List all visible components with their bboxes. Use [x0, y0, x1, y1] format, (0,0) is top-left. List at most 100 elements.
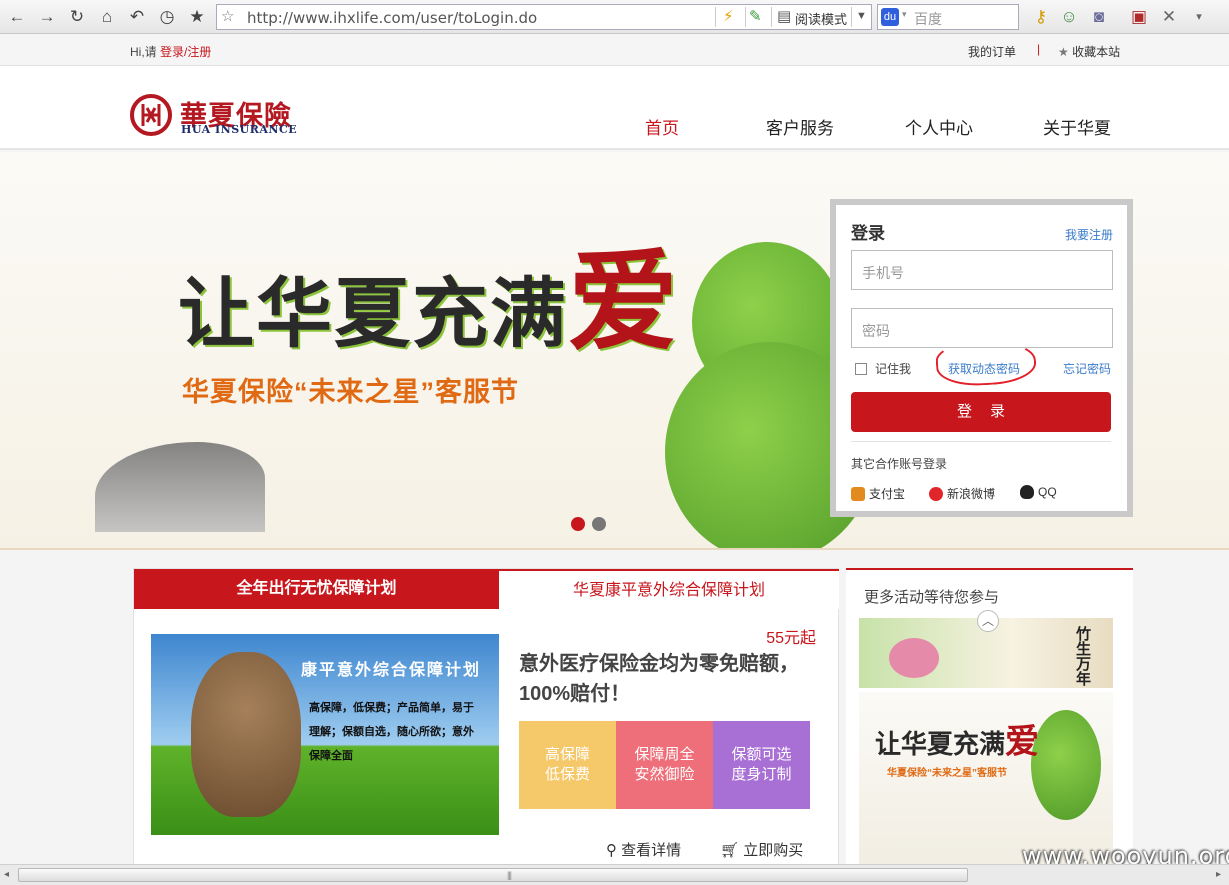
scrollbar-thumb[interactable]: ||| [18, 868, 968, 882]
settings-icon[interactable]: ✕ [1158, 6, 1180, 28]
address-bar[interactable]: ☆ http://www.ihxlife.com/user/toLogin.do… [216, 4, 872, 30]
greeting-text: Hi,请 [130, 45, 161, 59]
feature-card: 保额可选 度身订制 [713, 721, 810, 809]
tab-accident-plan[interactable]: 华夏康平意外综合保障计划 [499, 569, 839, 609]
teddy-bear-illustration [191, 652, 301, 817]
promo-title: 让华夏充满爱 [875, 714, 1039, 763]
nav-about[interactable]: 关于华夏 [1043, 114, 1111, 139]
bookmark-label: 收藏本站 [1072, 45, 1121, 59]
remember-label: 记住我 [875, 362, 912, 376]
bookmark-star-icon[interactable]: ☆ [221, 7, 234, 25]
weibo-login[interactable]: 新浪微博 [929, 485, 995, 502]
qq-login[interactable]: QQ [1020, 485, 1057, 499]
baidu-icon[interactable]: du [881, 8, 899, 26]
browser-toolbar: ← → ↻ ⌂ ↶ ◷ ★ ☆ http://www.ihxlife.com/u… [0, 0, 1229, 34]
feature-line: 保额可选 [731, 746, 792, 763]
alipay-label: 支付宝 [869, 487, 906, 501]
dynamic-password-link[interactable]: 获取动态密码 [948, 360, 1020, 377]
register-link[interactable]: 我要注册 [1065, 226, 1113, 243]
alipay-login[interactable]: 支付宝 [851, 485, 905, 502]
login-link[interactable]: 登录 [160, 45, 184, 59]
divider [851, 7, 852, 27]
gourd-illustration [1031, 710, 1101, 820]
horizontal-scrollbar[interactable]: ◂ ||| ▸ [0, 864, 1229, 885]
my-orders-link[interactable]: 我的订单 [968, 43, 1016, 60]
alipay-icon [851, 487, 865, 501]
book-icon[interactable]: ▤ [777, 7, 791, 25]
product-headline: 意外医疗保险金均为零免赔额，100%赔付！ [519, 653, 799, 705]
menu-icon[interactable]: ▾ [1188, 6, 1210, 28]
feature-card: 高保障 低保费 [519, 721, 616, 809]
divider [715, 7, 716, 27]
feature-card: 保障周全 安然御险 [616, 721, 713, 809]
back-icon[interactable]: ← [6, 6, 28, 28]
logo-text-en[interactable]: HUA INSURANCE [181, 123, 297, 136]
weibo-label: 新浪微博 [947, 487, 996, 501]
view-details-link[interactable]: ⚲ 查看详情 [606, 839, 681, 860]
buy-now-link[interactable]: 🛒︎ 立即购买 [720, 839, 803, 860]
nav-home[interactable]: 首页 [645, 114, 679, 139]
tools-icon[interactable]: ▣ [1128, 6, 1150, 28]
separator: | [1037, 42, 1041, 56]
divider [771, 7, 772, 27]
product-panel: 全年出行无忧保障计划 华夏康平意外综合保障计划 康平意外综合保障计划 高保障，低… [133, 568, 839, 868]
flower-illustration [889, 638, 939, 678]
search-icon: ⚲ [606, 842, 622, 859]
logo-icon[interactable] [130, 94, 172, 136]
scroll-left-icon[interactable]: ◂ [4, 869, 9, 880]
product-image[interactable]: 康平意外综合保障计划 高保障，低保费；产品简单，易于理解；保额自选，随心所欲；意… [151, 634, 499, 835]
site-topbar: Hi,请 登录/注册 我的订单 | ★ 收藏本站 [0, 35, 1229, 66]
promo-title-text: 让华夏充满 [875, 730, 1006, 760]
price: 55元起 [766, 630, 816, 647]
banner-title: 让华夏充满爱 [178, 212, 680, 372]
other-login-title: 其它合作账号登录 [851, 457, 948, 471]
login-panel: 登录 我要注册 手机号 密码 记住我 获取动态密码 忘记密码 登录 其它合作账号… [830, 199, 1133, 517]
activities-panel: 更多活动等待您参与 ︿ 竹生万年 让华夏充满爱 华夏保险“未来之星”客服节 [846, 568, 1133, 870]
reload-icon[interactable]: ↻ [66, 6, 88, 28]
forgot-password-link[interactable]: 忘记密码 [1063, 360, 1111, 377]
scroll-right-icon[interactable]: ▸ [1216, 869, 1221, 880]
divider [745, 7, 746, 27]
cart-icon: 🛒︎ [720, 842, 744, 859]
dropdown-arrow-icon[interactable]: ▼ [856, 10, 867, 22]
site-header: 華夏保險 HUA INSURANCE 首页 客户服务 个人中心 关于华夏 [0, 66, 1229, 150]
carousel-dot-active[interactable] [571, 517, 585, 531]
bookmark-site-link[interactable]: ★ 收藏本站 [1058, 43, 1120, 60]
user-icon[interactable]: ☺ [1058, 6, 1080, 28]
grip-icon: ||| [507, 870, 512, 880]
greeting: Hi,请 登录/注册 [130, 43, 211, 60]
favorites-icon[interactable]: ★ [186, 6, 208, 28]
search-engine-dropdown-icon[interactable]: ▾ [902, 9, 907, 20]
carousel-dot[interactable] [592, 517, 606, 531]
banner-title-text: 让华夏充满 [178, 269, 568, 358]
nav-personal-center[interactable]: 个人中心 [905, 114, 973, 139]
lightning-icon[interactable]: ⚡ [723, 7, 734, 25]
feature-line: 高保障 [544, 746, 590, 763]
weibo-icon [929, 487, 943, 501]
feature-line: 低保费 [544, 766, 590, 783]
banner-title-big: 爱 [568, 237, 680, 366]
feature-line: 保障周全 [634, 746, 695, 763]
extension-icon[interactable]: ✎ [749, 7, 762, 25]
camera-icon[interactable]: ◙ [1088, 6, 1110, 28]
home-icon[interactable]: ⌂ [96, 6, 118, 28]
remember-checkbox[interactable] [855, 363, 867, 375]
register-link[interactable]: 注册 [187, 45, 211, 59]
login-button[interactable]: 登录 [851, 392, 1111, 432]
url-text[interactable]: http://www.ihxlife.com/user/toLogin.do [247, 9, 537, 27]
nav-customer-service[interactable]: 客户服务 [766, 114, 834, 139]
star-icon: ★ [1058, 45, 1073, 59]
phone-input[interactable]: 手机号 [851, 250, 1113, 290]
reader-mode-button[interactable]: 阅读模式 [795, 9, 847, 28]
forward-icon[interactable]: → [36, 6, 58, 28]
scroll-up-icon[interactable]: ︿ [977, 610, 999, 632]
tab-travel-plan[interactable]: 全年出行无忧保障计划 [134, 569, 499, 609]
history-icon[interactable]: ◷ [156, 6, 178, 28]
undo-close-icon[interactable]: ↶ [126, 6, 148, 28]
remember-me[interactable]: 记住我 [855, 360, 911, 377]
product-image-text: 高保障，低保费；产品简单，易于理解；保额自选，随心所欲；意外保障全面 [309, 702, 474, 762]
key-icon[interactable]: ⚷ [1030, 6, 1052, 28]
search-input[interactable]: 百度 [914, 9, 942, 29]
search-box[interactable]: du ▾ 百度 [877, 4, 1019, 30]
login-title: 登录 [851, 224, 885, 243]
